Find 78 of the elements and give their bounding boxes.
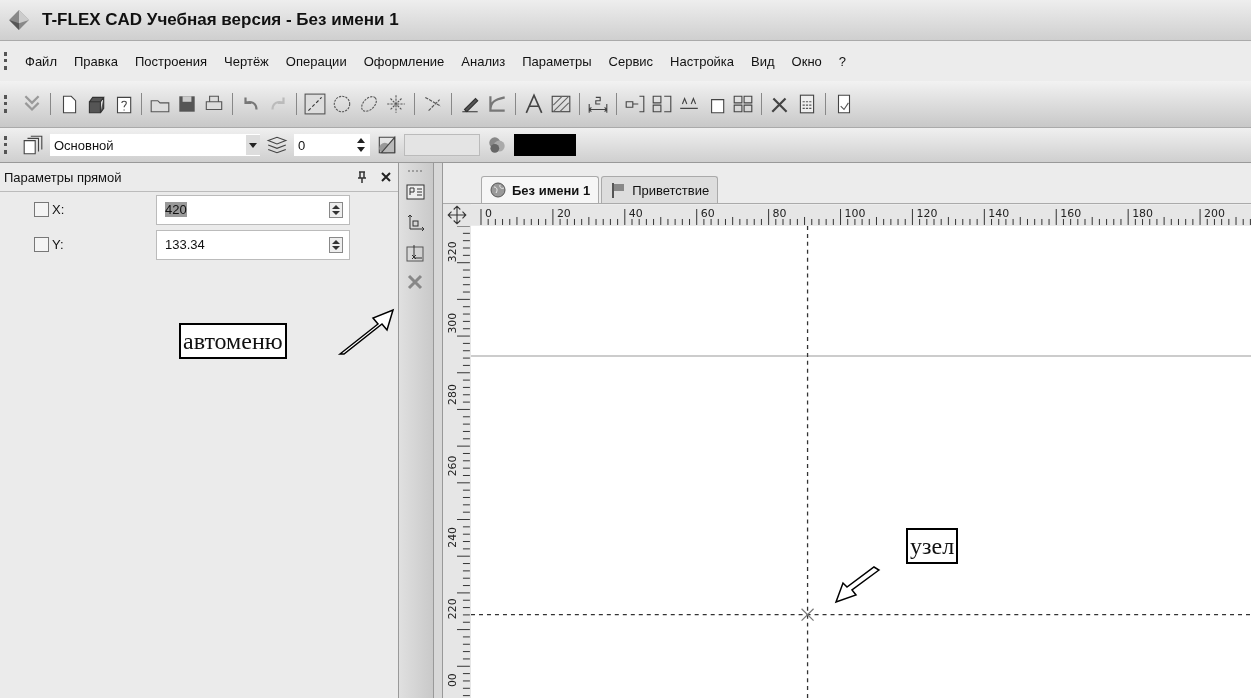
menu-item[interactable]: Чертёж [215, 53, 277, 69]
grip-icon [4, 52, 10, 70]
fillet-icon[interactable] [486, 93, 508, 115]
ruler-label: 260 [446, 455, 459, 477]
ruler-label: 320 [446, 241, 459, 263]
menu-item[interactable]: Вид [742, 53, 783, 69]
move-icon[interactable] [443, 204, 471, 226]
menu-item[interactable]: ? [829, 53, 855, 69]
ruler-label: 240 [446, 526, 459, 548]
menu-item[interactable]: Параметры [513, 53, 600, 69]
local-axes-icon[interactable] [406, 243, 426, 263]
menu-item[interactable]: Оформление [354, 53, 453, 69]
ruler-label: 160 [1060, 207, 1082, 220]
document-tab[interactable]: Приветствие [601, 176, 719, 203]
color-circles-icon[interactable] [486, 134, 508, 156]
input-field[interactable]: 133.34 [156, 229, 350, 260]
layers-icon[interactable] [22, 134, 44, 156]
checkbox[interactable] [34, 237, 49, 252]
ruler-label: 180 [1132, 207, 1154, 220]
menu-item[interactable]: Окно [782, 53, 830, 69]
ruler-label: 200 [1204, 207, 1225, 220]
insert-fragment-icon[interactable] [624, 93, 646, 115]
ruler-label: 300 [446, 312, 459, 334]
grip-icon [4, 95, 10, 113]
annotation-label: автоменю [179, 323, 287, 359]
field-label: Y: [51, 237, 65, 252]
input-field[interactable]: 420 [156, 194, 350, 225]
ruler-label: 00 [446, 673, 459, 688]
color-swatch[interactable] [514, 134, 576, 156]
app-logo-icon [8, 9, 30, 31]
ruler-label: 20 [556, 207, 571, 220]
ruler-label: 100 [844, 207, 866, 220]
menu-item[interactable]: Настройка [661, 53, 743, 69]
ruler-label: 60 [700, 207, 715, 220]
panel-title: Параметры прямой [4, 169, 123, 185]
projection-icon[interactable] [651, 93, 673, 115]
node-icon[interactable] [801, 608, 815, 622]
ruler-label: 280 [446, 384, 459, 405]
spinner-icon[interactable] [329, 201, 343, 218]
level-field[interactable]: 0 [294, 134, 370, 156]
save-icon[interactable] [176, 93, 198, 115]
checkbox[interactable] [34, 202, 49, 217]
globe-icon [490, 182, 506, 198]
ruler-label: 140 [988, 207, 1010, 220]
menu-item[interactable]: Анализ [452, 53, 514, 69]
dropdown-caret-icon[interactable] [246, 135, 260, 155]
line-tool-icon[interactable] [304, 93, 326, 115]
menu-item[interactable]: Сервис [599, 53, 662, 69]
ruler-label: 40 [628, 207, 643, 220]
hatch-icon[interactable] [550, 93, 572, 115]
annotation-label: узел [906, 528, 959, 564]
flag-icon [610, 182, 627, 198]
grip-icon [4, 136, 10, 154]
window-title: T-FLEX CAD Учебная версия - Без имени 1 [42, 10, 399, 30]
spinner-icon[interactable] [329, 236, 343, 253]
text-tool-icon[interactable] [523, 93, 545, 115]
menu-item[interactable]: Правка [64, 53, 126, 69]
menu-item[interactable]: Операции [276, 53, 355, 69]
menu-item[interactable]: Построения [125, 53, 216, 69]
layer-dropdown[interactable]: Основной [50, 134, 260, 156]
coordinate-axes-icon[interactable] [406, 213, 426, 233]
ruler-label: 220 [446, 598, 459, 620]
stack-icon[interactable] [266, 134, 288, 156]
ruler-label: 80 [772, 207, 787, 220]
ellipse-tool-icon[interactable] [358, 93, 380, 115]
construction-line[interactable] [471, 614, 1251, 616]
document-tab[interactable]: Без имени 1 [481, 176, 600, 203]
shapes-icon[interactable] [376, 134, 398, 156]
field-label: X: [51, 202, 66, 217]
ruler-label: 0 [485, 207, 492, 220]
ruler-label: 120 [916, 207, 938, 220]
pin-icon[interactable] [356, 171, 368, 183]
circle-tool-icon[interactable] [331, 93, 353, 115]
node-tool-icon[interactable] [385, 93, 407, 115]
parameters-icon[interactable] [406, 183, 426, 203]
layout-icon[interactable] [732, 93, 754, 115]
menu-item[interactable]: Файл [16, 53, 65, 69]
close-icon[interactable] [380, 171, 392, 183]
